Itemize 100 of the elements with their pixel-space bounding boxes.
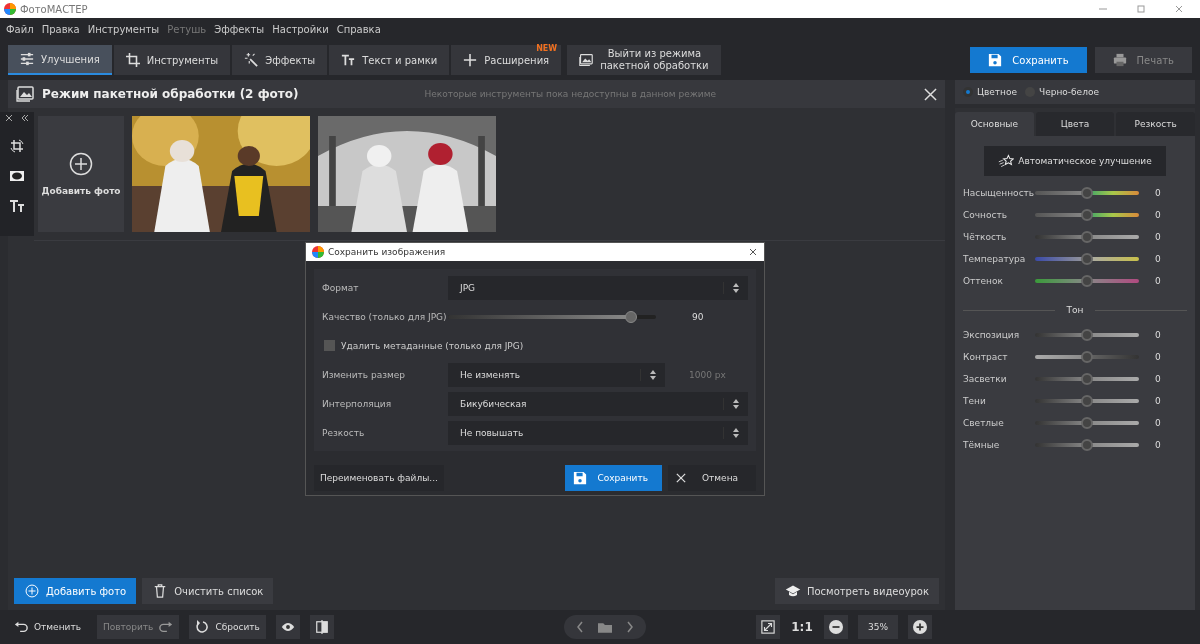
slider-thumb[interactable] bbox=[1081, 275, 1093, 287]
magic-wand-icon bbox=[244, 53, 259, 67]
previous-icon[interactable] bbox=[575, 621, 584, 633]
dialog-title: Сохранить изображения bbox=[328, 247, 446, 257]
photos-icon bbox=[579, 53, 594, 67]
zoom-level: 35% bbox=[858, 615, 898, 639]
rename-files-button[interactable]: Переименовать файлы... bbox=[314, 465, 444, 491]
toolbar-tab[interactable]: Текст и рамки bbox=[329, 45, 450, 75]
app-logo-icon bbox=[312, 246, 324, 258]
eye-icon bbox=[280, 620, 295, 634]
clear-list-button[interactable]: Очистить список bbox=[142, 578, 274, 604]
menu-item[interactable]: Настройки bbox=[272, 23, 329, 35]
star-icon bbox=[998, 154, 1015, 168]
slider-label: Температура bbox=[963, 254, 1027, 264]
panel-tab[interactable]: Цвета bbox=[1035, 112, 1115, 136]
vignette-icon[interactable] bbox=[9, 168, 25, 184]
menu-item[interactable]: Правка bbox=[41, 23, 80, 35]
slider-label: Засветки bbox=[963, 374, 1008, 384]
slider-value: 0 bbox=[1155, 352, 1161, 362]
slider-thumb[interactable] bbox=[1081, 253, 1093, 265]
slider-label: Сочность bbox=[963, 210, 1008, 220]
cancel-button[interactable]: Отмена bbox=[668, 465, 756, 491]
menu-item[interactable]: Инструменты bbox=[87, 23, 160, 35]
fit-screen-button[interactable] bbox=[756, 615, 780, 639]
field-label: Интерполяция bbox=[322, 398, 393, 409]
slider-value: 0 bbox=[1155, 210, 1161, 220]
field-label: Формат bbox=[322, 282, 360, 293]
window-title: ФотоМАСТЕР bbox=[20, 3, 88, 15]
slider-thumb[interactable] bbox=[1081, 439, 1093, 451]
toolbar-tab[interactable]: Улучшения bbox=[8, 45, 112, 75]
save-button[interactable]: Сохранить bbox=[970, 47, 1087, 73]
size-note: 1000 px bbox=[689, 369, 726, 380]
toolbar-tab[interactable]: NEW Расширения bbox=[451, 45, 562, 75]
field-label: Резкость bbox=[322, 427, 366, 438]
redo-icon bbox=[159, 620, 174, 634]
slider-thumb[interactable] bbox=[1081, 373, 1093, 385]
add-photo-tile[interactable]: Добавить фото bbox=[38, 116, 124, 232]
next-icon[interactable] bbox=[625, 621, 634, 633]
toolbar-tab[interactable]: Эффекты bbox=[232, 45, 328, 75]
add-photo-button[interactable]: Добавить фото bbox=[14, 578, 137, 604]
close-icon[interactable] bbox=[5, 114, 13, 122]
dropdown[interactable]: JPG bbox=[448, 275, 748, 300]
slider-label: Насыщенность bbox=[963, 188, 1035, 198]
folder-icon[interactable] bbox=[597, 621, 612, 633]
menu-item[interactable]: Эффекты bbox=[214, 23, 265, 35]
batch-title: Режим пакетной обработки (2 фото) bbox=[42, 87, 299, 101]
auto-enhance-button[interactable]: Автоматическое улучшение bbox=[984, 146, 1166, 176]
color-mode-radio[interactable]: Черно-белое bbox=[1025, 87, 1099, 97]
undo-button[interactable]: Отменить bbox=[8, 615, 87, 639]
text-icon bbox=[341, 53, 356, 67]
toolbar-tab[interactable]: Инструменты bbox=[113, 45, 231, 75]
panel-tab[interactable]: Резкость bbox=[1116, 112, 1195, 136]
video-lesson-button[interactable]: Посмотреть видеоурок bbox=[774, 578, 939, 604]
slider-label: Чёткость bbox=[963, 232, 1008, 242]
dropdown[interactable]: Бикубическая bbox=[448, 391, 748, 416]
panel-tab[interactable]: Основные bbox=[955, 112, 1034, 136]
color-mode-radio[interactable]: Цветное bbox=[963, 87, 1017, 97]
slider-thumb[interactable] bbox=[1081, 351, 1093, 363]
printer-icon bbox=[1112, 53, 1127, 67]
exit-batch-button[interactable]: Выйти из режима пакетной обработки bbox=[567, 45, 721, 75]
menu-item[interactable]: Справка bbox=[336, 23, 381, 35]
sliders-icon bbox=[20, 52, 34, 66]
metadata-checkbox[interactable]: Удалить метаданные (только для JPG) bbox=[322, 340, 524, 351]
slider-value: 0 bbox=[1155, 276, 1161, 286]
reset-button[interactable]: Сбросить bbox=[189, 615, 266, 639]
plus-circle-icon bbox=[24, 584, 40, 598]
zoom-in-button[interactable] bbox=[908, 615, 932, 639]
slider-value: 0 bbox=[1155, 396, 1161, 406]
slider-thumb[interactable] bbox=[1081, 417, 1093, 429]
dropdown[interactable]: Не изменять bbox=[448, 362, 665, 387]
expand-icon bbox=[761, 620, 775, 634]
slider-thumb[interactable] bbox=[1081, 187, 1093, 199]
compare-button[interactable] bbox=[309, 615, 334, 639]
dropdown[interactable]: Не повышать bbox=[448, 420, 748, 445]
dialog-save-button[interactable]: Сохранить bbox=[565, 465, 662, 491]
slider-value: 0 bbox=[1155, 232, 1161, 242]
collapse-icon[interactable] bbox=[21, 114, 29, 122]
minus-icon bbox=[829, 620, 843, 634]
slider-value: 0 bbox=[1155, 374, 1161, 384]
text-icon[interactable] bbox=[9, 198, 25, 214]
slider-label: Экспозиция bbox=[963, 330, 1021, 340]
new-label: NEW bbox=[536, 44, 558, 53]
slider-label: Тёмные bbox=[963, 440, 1001, 450]
preview-eye-button[interactable] bbox=[275, 615, 300, 639]
slider-value: 0 bbox=[1155, 254, 1161, 264]
slider-thumb[interactable] bbox=[1081, 231, 1093, 243]
slider-label: Тени bbox=[963, 396, 987, 406]
slider-thumb[interactable] bbox=[1081, 395, 1093, 407]
zoom-out-button[interactable] bbox=[824, 615, 848, 639]
actual-size-button[interactable]: 1:1 bbox=[790, 615, 814, 639]
slider-thumb[interactable] bbox=[1081, 209, 1093, 221]
reset-icon bbox=[195, 620, 210, 634]
menu-item[interactable]: Файл bbox=[6, 23, 34, 35]
rotate-crop-icon[interactable] bbox=[9, 138, 25, 154]
photos-icon bbox=[16, 86, 34, 102]
slider-thumb[interactable] bbox=[1081, 329, 1093, 341]
close-icon bbox=[676, 473, 686, 483]
app-logo-icon bbox=[4, 3, 16, 15]
slider-label: Оттенок bbox=[963, 276, 1004, 286]
close-icon[interactable] bbox=[748, 247, 758, 257]
